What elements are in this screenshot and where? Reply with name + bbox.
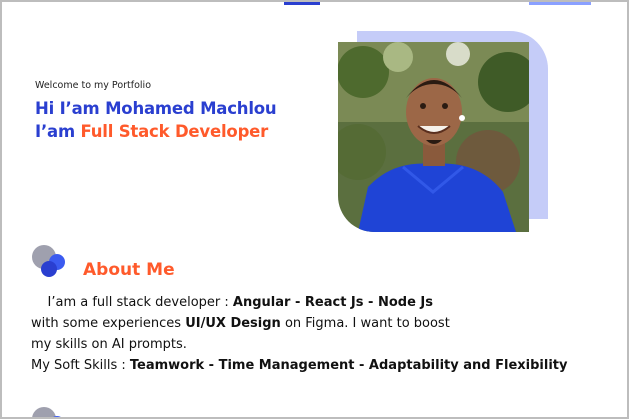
hero-role-prefix: I’am (35, 122, 81, 141)
hero-role-accent: Full Stack Developer (80, 122, 269, 141)
about-line: with some experiences UI/UX Design on Fi… (31, 313, 611, 334)
about-soft-skills-strong: Teamwork - Time Management - Adaptabilit… (129, 358, 568, 373)
about-skills-strong: Angular - React Js - Node Js (232, 295, 433, 310)
about-text-span: I’am a full stack developer : (47, 295, 233, 310)
about-design-strong: UI/UX Design (185, 316, 281, 331)
profile-photo (338, 42, 529, 232)
about-line: My Soft Skills : Teamwork - Time Managem… (31, 355, 611, 376)
portrait-photo-icon (338, 42, 529, 232)
about-text-span: My Soft Skills : (31, 358, 130, 373)
about-line: my skills on AI prompts. (31, 337, 187, 352)
hero-role: I’am Full Stack Developer (35, 122, 268, 141)
nav-button-fragment[interactable] (284, 2, 320, 5)
about-line: I’am a full stack developer : Angular - … (31, 292, 611, 313)
circles-icon (32, 245, 65, 277)
nav-button-fragment-secondary[interactable] (529, 2, 591, 5)
portfolio-page: Welcome to my Portfolio Hi I’am Mohamed … (0, 0, 629, 419)
welcome-text: Welcome to my Portfolio (35, 80, 152, 91)
circles-icon (32, 407, 61, 417)
about-text-span: on Figma. I want to boost (280, 316, 450, 331)
about-paragraph: I’am a full stack developer : Angular - … (31, 292, 611, 376)
section-title-about: About Me (83, 260, 175, 280)
about-text-span: with some experiences (31, 316, 186, 331)
hero-greeting: Hi I’am Mohamed Machlou (35, 99, 277, 118)
